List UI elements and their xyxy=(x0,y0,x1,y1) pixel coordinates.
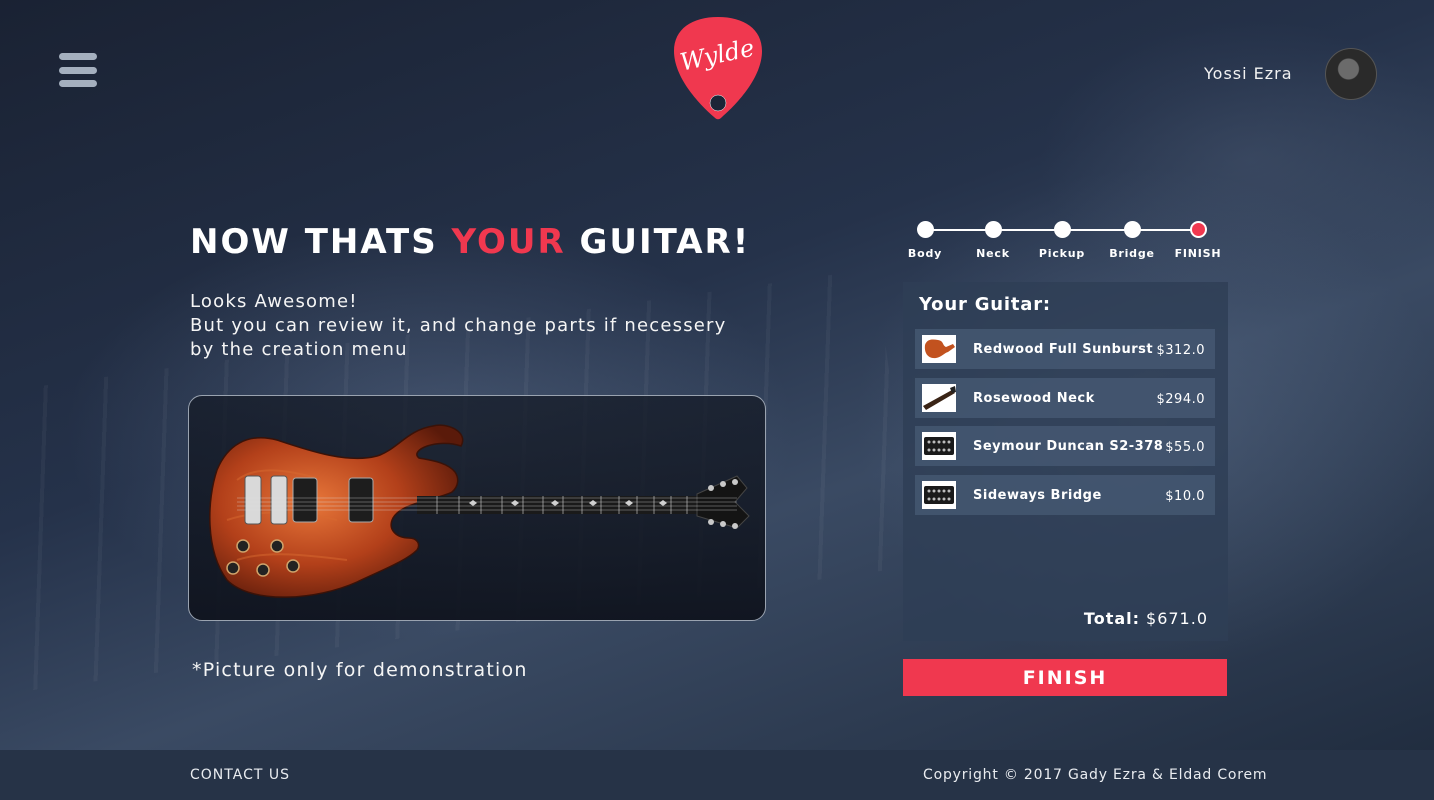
subtext-line-1: Looks Awesome! xyxy=(190,291,358,312)
picture-disclaimer: *Picture only for demonstration xyxy=(192,659,528,681)
footer: CONTACT US Copyright © 2017 Gady Ezra & … xyxy=(0,750,1434,800)
headline-pre: NOW THATS xyxy=(190,222,452,262)
step-dot xyxy=(984,221,1002,238)
guitar-preview xyxy=(188,395,766,621)
step-dot xyxy=(1123,221,1141,238)
summary-item-pickup[interactable]: Seymour Duncan S2-378 $55.0 xyxy=(915,426,1215,466)
step-dot xyxy=(916,221,934,238)
step-label: Body xyxy=(907,247,943,260)
step-neck[interactable]: Neck xyxy=(958,218,1028,260)
pickup-thumbnail xyxy=(922,432,956,460)
total-value: $671.0 xyxy=(1146,609,1208,628)
subtext-line-2: But you can review it, and change parts … xyxy=(190,315,727,336)
summary-title: Your Guitar: xyxy=(919,294,1051,315)
step-label: Neck xyxy=(976,247,1010,260)
contact-us-link[interactable]: CONTACT US xyxy=(190,767,290,783)
hamburger-menu-icon[interactable] xyxy=(59,53,97,87)
item-price: $10.0 xyxy=(1165,489,1205,504)
order-summary-panel: Your Guitar: Redwood Full Sunburst $312.… xyxy=(903,282,1228,641)
finish-button[interactable]: FINISH xyxy=(903,659,1227,696)
step-dot xyxy=(1053,221,1071,238)
item-price: $294.0 xyxy=(1156,392,1205,407)
guitar-body-thumbnail xyxy=(922,335,956,363)
item-name: Sideways Bridge xyxy=(973,488,1102,503)
item-name: Seymour Duncan S2-378 xyxy=(973,439,1164,454)
item-name: Rosewood Neck xyxy=(973,391,1095,406)
step-label: Pickup xyxy=(1038,247,1086,260)
progress-stepper: Body Neck Pickup Bridge FINISH xyxy=(904,218,1224,268)
bridge-thumbnail xyxy=(922,481,956,509)
user-name[interactable]: Yossi Ezra xyxy=(1204,64,1293,83)
summary-item-bridge[interactable]: Sideways Bridge $10.0 xyxy=(915,475,1215,515)
summary-item-body[interactable]: Redwood Full Sunburst $312.0 xyxy=(915,329,1215,369)
page-headline: NOW THATS YOUR GUITAR! xyxy=(190,222,750,262)
order-total: Total: $671.0 xyxy=(1084,609,1208,628)
wylde-logo[interactable]: Wylde xyxy=(672,15,764,121)
item-price: $312.0 xyxy=(1156,343,1205,358)
headline-post: GUITAR! xyxy=(565,222,751,262)
step-pickup[interactable]: Pickup xyxy=(1027,218,1097,260)
step-label: FINISH xyxy=(1174,247,1222,260)
copyright-text: Copyright © 2017 Gady Ezra & Eldad Corem xyxy=(923,767,1268,783)
user-avatar[interactable] xyxy=(1325,48,1377,100)
item-name: Redwood Full Sunburst xyxy=(973,342,1154,357)
step-bridge[interactable]: Bridge xyxy=(1097,218,1167,260)
headline-accent: YOUR xyxy=(451,222,566,262)
step-dot-active xyxy=(1189,221,1207,238)
subtext-line-3: by the creation menu xyxy=(190,339,408,360)
item-price: $55.0 xyxy=(1165,440,1205,455)
step-label: Bridge xyxy=(1109,247,1155,260)
step-finish[interactable]: FINISH xyxy=(1163,218,1233,260)
guitar-image xyxy=(209,424,750,598)
step-body[interactable]: Body xyxy=(890,218,960,260)
guitar-neck-thumbnail xyxy=(922,384,956,412)
hero-subtext: Looks Awesome! But you can review it, an… xyxy=(190,290,727,362)
summary-item-neck[interactable]: Rosewood Neck $294.0 xyxy=(915,378,1215,418)
total-label: Total: xyxy=(1083,609,1141,628)
